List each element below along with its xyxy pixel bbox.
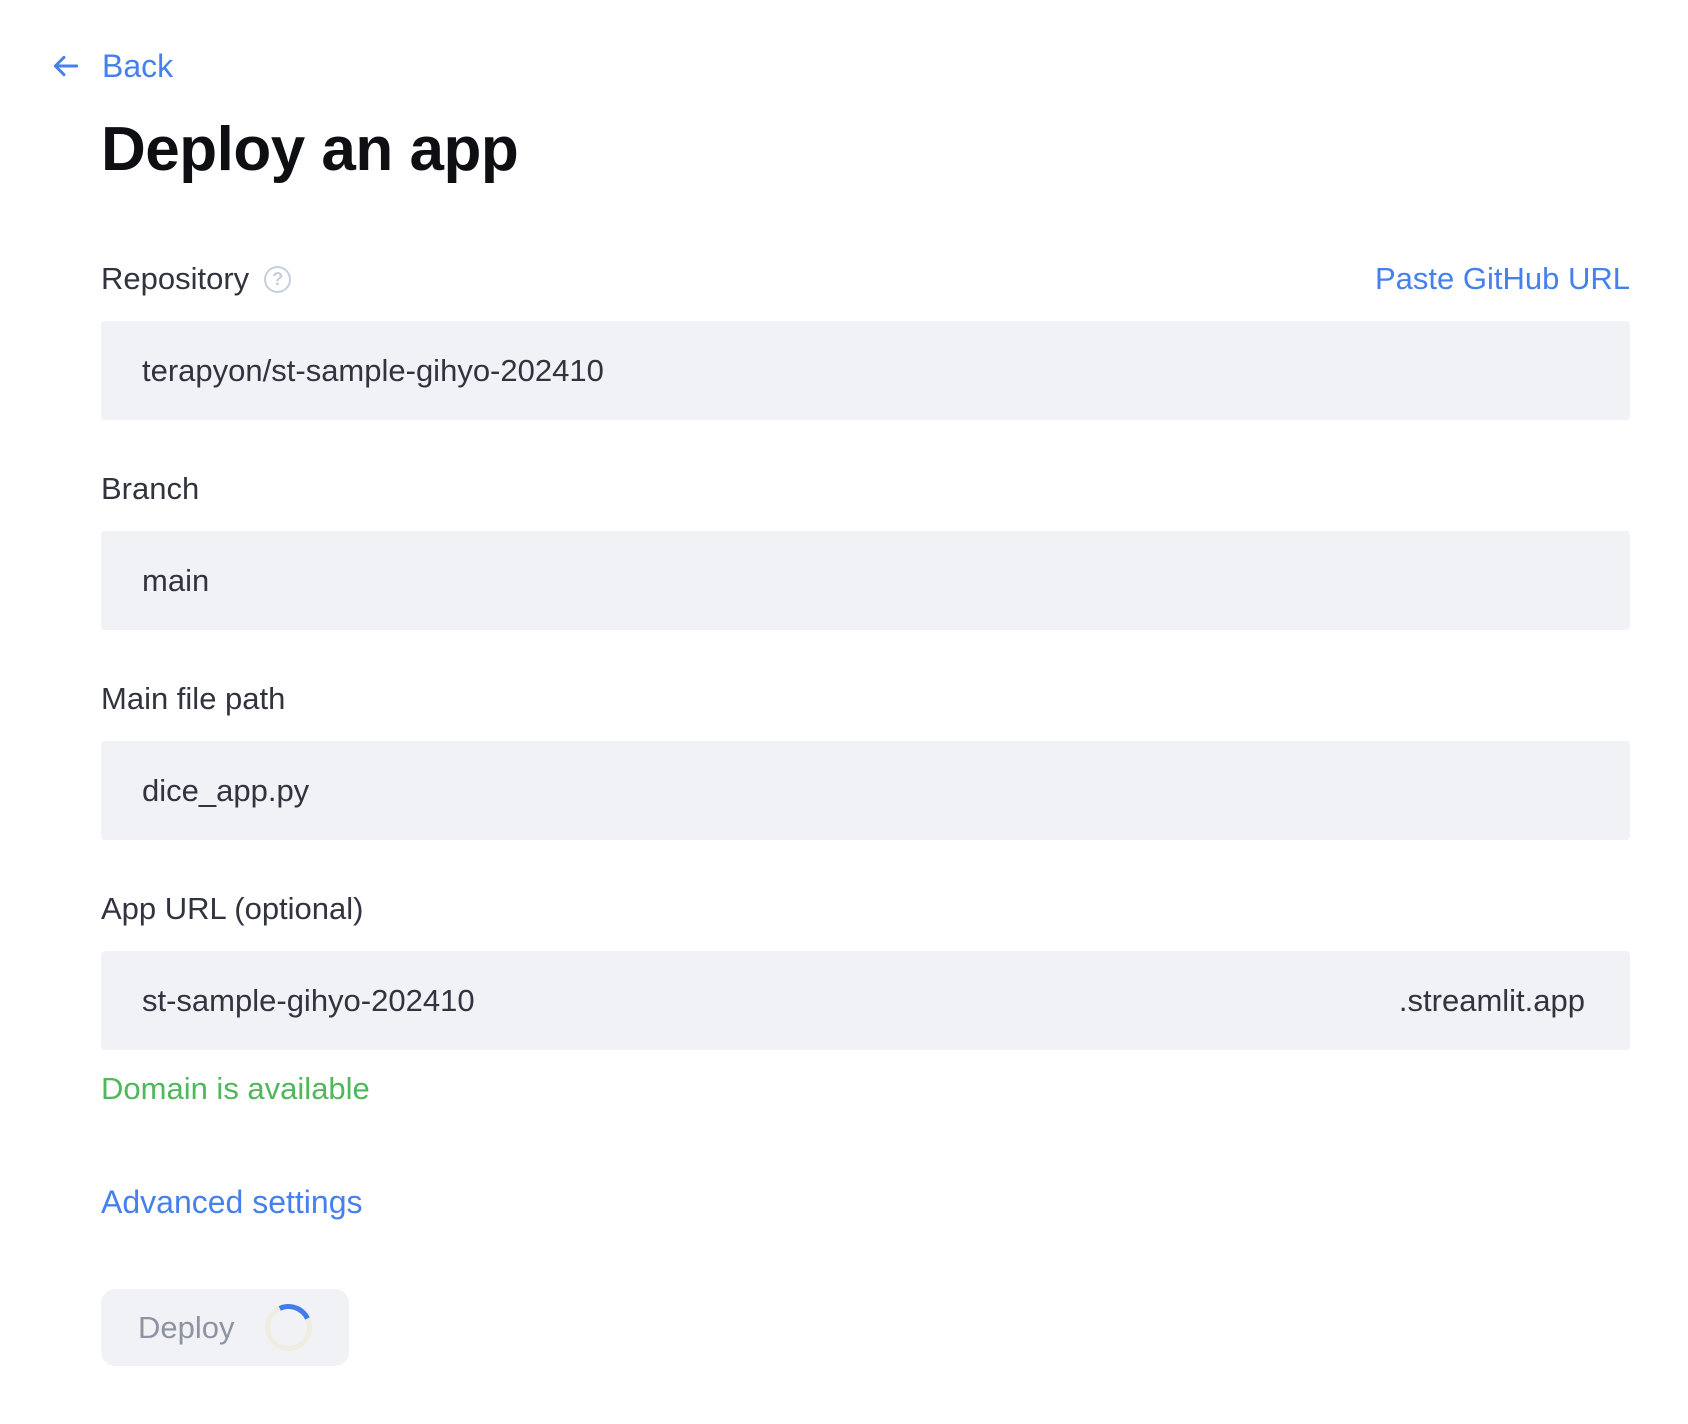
advanced-settings-link[interactable]: Advanced settings [101,1182,363,1222]
app-url-field[interactable]: .streamlit.app [101,951,1630,1050]
main-file-path-input[interactable] [101,741,1630,840]
app-url-row: App URL (optional) .streamlit.app Domain… [101,889,1630,1109]
paste-github-url-link[interactable]: Paste GitHub URL [1375,261,1630,297]
deploy-app-form: Deploy an app Repository ? Paste GitHub … [0,0,1688,1366]
back-link[interactable]: Back [50,46,173,86]
domain-status: Domain is available [101,1069,1630,1109]
back-arrow-icon [50,50,82,82]
repository-row: Repository ? Paste GitHub URL [101,259,1630,420]
app-url-label: App URL (optional) [101,891,364,927]
domain-suffix: .streamlit.app [1399,983,1585,1019]
help-icon[interactable]: ? [264,266,291,293]
page-title: Deploy an app [101,108,1630,192]
deploy-button[interactable]: Deploy [101,1289,349,1366]
main-file-path-row: Main file path [101,679,1630,840]
back-label: Back [102,46,173,86]
repository-input[interactable] [101,321,1630,420]
branch-input[interactable] [101,531,1630,630]
repository-label: Repository [101,261,249,297]
deploy-row: Deploy [101,1289,1630,1366]
branch-label: Branch [101,471,199,507]
branch-row: Branch [101,469,1630,630]
app-url-input[interactable] [142,951,1399,1050]
loading-spinner-icon [258,1297,318,1357]
main-file-path-label: Main file path [101,681,285,717]
deploy-button-label: Deploy [138,1310,235,1346]
